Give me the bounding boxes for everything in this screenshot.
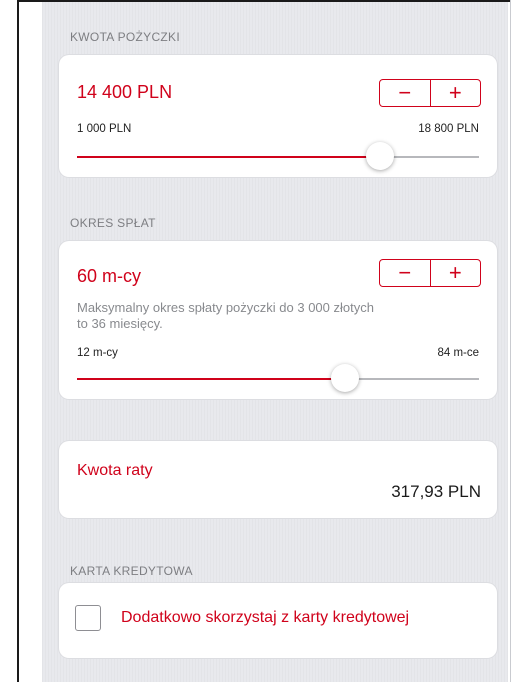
loan-amount-stepper: − + bbox=[379, 79, 481, 107]
installment-card: Kwota raty 317,93 PLN bbox=[59, 441, 497, 518]
installment-value: 317,93 PLN bbox=[391, 482, 481, 501]
repayment-period-note: Maksymalny okres spłaty pożyczki do 3 00… bbox=[77, 300, 374, 331]
repayment-period-decrease-button[interactable]: − bbox=[380, 260, 431, 286]
loan-amount-max-label: 18 800 PLN bbox=[418, 123, 479, 135]
loan-amount-card: 14 400 PLN − + 1 000 PLN 18 800 PLN bbox=[59, 55, 497, 177]
loan-amount-slider-thumb[interactable] bbox=[365, 142, 394, 170]
repayment-period-section-label: OKRES SPŁAT bbox=[70, 216, 156, 230]
loan-amount-slider[interactable] bbox=[77, 142, 479, 170]
repayment-period-max-label: 84 m-ce bbox=[437, 347, 479, 359]
loan-amount-section-label: KWOTA POŻYCZKI bbox=[70, 30, 180, 44]
repayment-period-slider[interactable] bbox=[77, 364, 479, 392]
loan-amount-min-label: 1 000 PLN bbox=[77, 123, 132, 135]
repayment-period-card: 60 m-cy − + Maksymalny okres spłaty poży… bbox=[59, 241, 497, 399]
frame-right-border bbox=[510, 0, 511, 682]
loan-amount-decrease-button[interactable]: − bbox=[380, 80, 431, 106]
credit-card-section-label: KARTA KREDYTOWA bbox=[70, 564, 193, 578]
loan-form-screen: KWOTA POŻYCZKI 14 400 PLN − + 1 000 PLN … bbox=[42, 2, 508, 682]
credit-card-card: Dodatkowo skorzystaj z karty kredytowej bbox=[59, 583, 497, 658]
repayment-period-slider-thumb[interactable] bbox=[330, 364, 359, 392]
repayment-period-increase-button[interactable]: + bbox=[431, 260, 481, 286]
loan-amount-value: 14 400 PLN bbox=[77, 82, 173, 102]
repayment-period-min-label: 12 m-cy bbox=[77, 347, 118, 359]
repayment-period-stepper: − + bbox=[379, 259, 481, 287]
loan-amount-slider-fill bbox=[77, 156, 380, 158]
frame-left-border bbox=[17, 0, 19, 682]
repayment-period-value: 60 m-cy bbox=[77, 266, 142, 286]
credit-card-checkbox[interactable] bbox=[75, 605, 101, 631]
loan-amount-increase-button[interactable]: + bbox=[431, 80, 481, 106]
repayment-period-slider-fill bbox=[77, 378, 345, 380]
credit-card-checkbox-label[interactable]: Dodatkowo skorzystaj z karty kredytowej bbox=[121, 609, 409, 627]
installment-label: Kwota raty bbox=[77, 462, 153, 479]
